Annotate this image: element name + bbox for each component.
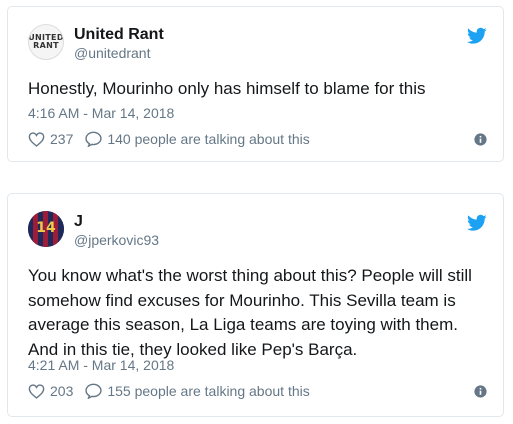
talking-count: 140 people are talking about this [107, 131, 310, 147]
twitter-bird-icon[interactable] [467, 214, 487, 232]
tweet-text: You know what's the worst thing about th… [28, 266, 472, 359]
reply-button[interactable]: 140 people are talking about this [85, 131, 310, 147]
heart-icon [28, 383, 45, 399]
tweet-actions: 237 140 people are talking about this [28, 131, 487, 147]
twitter-bird-icon[interactable] [467, 27, 487, 45]
like-count: 203 [50, 383, 74, 399]
author-handle[interactable]: @jperkovic93 [74, 232, 159, 248]
info-button[interactable] [474, 132, 487, 146]
avatar[interactable]: 14 [28, 211, 64, 247]
tweet-card: UNITED RANT United Rant @unitedrant Hone… [7, 6, 504, 162]
like-button[interactable]: 203 [28, 383, 73, 399]
reply-button[interactable]: 155 people are talking about this [85, 383, 310, 399]
info-icon [474, 384, 487, 398]
reply-bubble-icon [85, 383, 103, 399]
info-button[interactable] [474, 384, 487, 398]
like-button[interactable]: 237 [28, 131, 73, 147]
avatar-text-line2: RANT [33, 41, 59, 50]
info-icon [474, 132, 487, 146]
author-name[interactable]: J [74, 213, 83, 231]
tweet-timestamp[interactable]: 4:16 AM - Mar 14, 2018 [28, 105, 174, 121]
tweet-actions: 203 155 people are talking about this [28, 383, 487, 399]
reply-bubble-icon [85, 131, 103, 147]
talking-count: 155 people are talking about this [107, 383, 310, 399]
avatar[interactable]: UNITED RANT [28, 24, 64, 60]
like-count: 237 [50, 131, 74, 147]
jersey-number: 14 [36, 220, 56, 236]
heart-icon [28, 131, 45, 147]
author-name[interactable]: United Rant [74, 26, 164, 44]
tweet-text: Honestly, Mourinho only has himself to b… [28, 79, 426, 98]
tweet-timestamp[interactable]: 4:21 AM - Mar 14, 2018 [28, 357, 174, 373]
tweet-card: 14 J @jperkovic93 You know what's the wo… [7, 193, 504, 417]
author-handle[interactable]: @unitedrant [74, 45, 150, 61]
